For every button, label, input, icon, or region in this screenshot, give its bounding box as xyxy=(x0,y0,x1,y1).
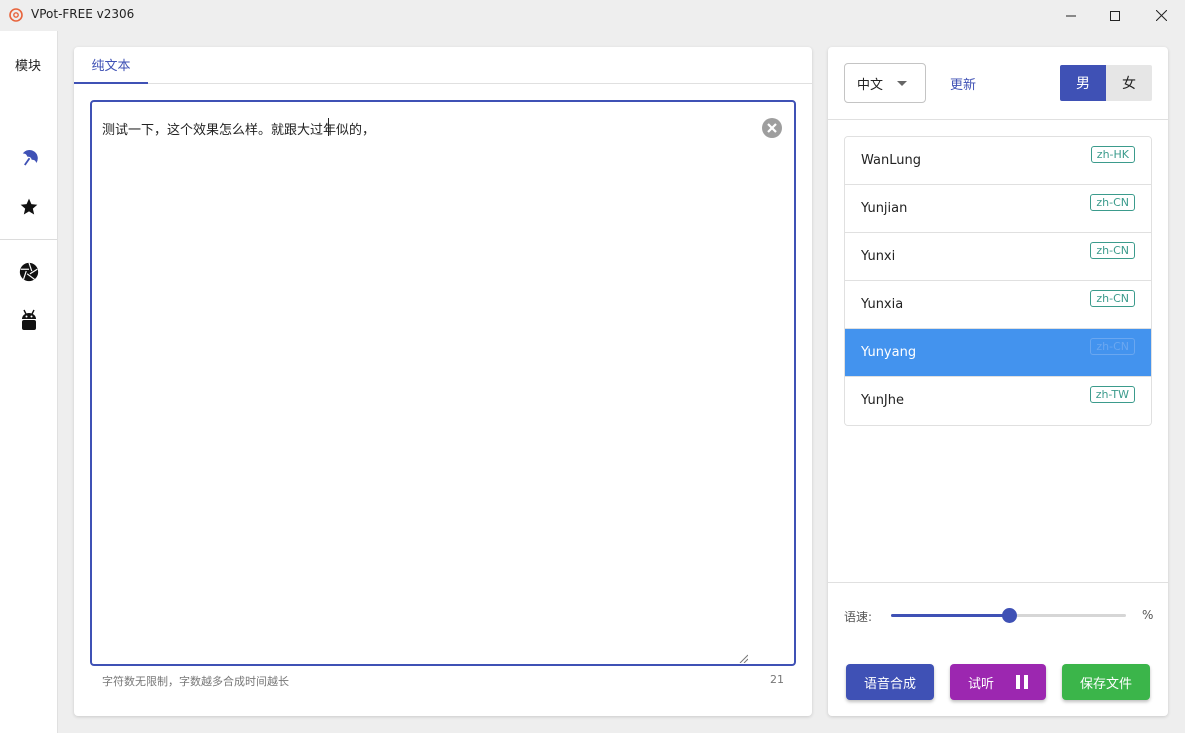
voice-item[interactable]: WanLung zh-HK xyxy=(845,137,1151,185)
voice-list: WanLung zh-HK Yunjian zh-CN Yunxi zh-CN … xyxy=(844,136,1152,426)
synthesize-button-label: 语音合成 xyxy=(863,676,916,692)
locale-badge: zh-CN xyxy=(1090,338,1135,355)
synthesize-button[interactable]: 语音合成 xyxy=(846,664,934,700)
save-file-button[interactable]: 保存文件 xyxy=(1062,664,1150,700)
tab-plain-text[interactable]: 纯文本 xyxy=(74,47,148,84)
voice-item[interactable]: YunJhe zh-TW xyxy=(845,377,1151,425)
voice-name: Yunyang xyxy=(861,345,917,360)
locale-badge: zh-CN xyxy=(1090,194,1135,211)
resize-grip-icon[interactable] xyxy=(738,653,748,663)
voice-name: Yunxia xyxy=(861,297,904,312)
sidebar-title: 模块 xyxy=(15,59,42,74)
tab-bar: 纯文本 xyxy=(74,47,812,84)
voice-item-selected[interactable]: Yunyang zh-CN xyxy=(845,329,1151,377)
input-hint: 字符数无限制，字数越多合成时间越长 xyxy=(102,675,289,688)
voice-name: YunJhe xyxy=(861,393,904,408)
speed-slider-thumb[interactable] xyxy=(1001,608,1017,623)
gender-female-button[interactable]: 女 xyxy=(1106,65,1152,101)
speed-slider-fill xyxy=(891,614,1009,617)
voice-settings-panel: 中文 更新 男 女 WanLung zh-HK Yunjian zh-CN Yu… xyxy=(828,47,1168,716)
update-button[interactable]: 更新 xyxy=(950,74,976,93)
app-logo-icon xyxy=(9,8,23,22)
gender-male-button[interactable]: 男 xyxy=(1060,65,1106,101)
maximize-button[interactable] xyxy=(1092,0,1138,31)
voice-name: WanLung xyxy=(861,153,921,168)
gender-toggle: 男 女 xyxy=(1060,65,1152,101)
window-title: VPot-FREE v2306 xyxy=(31,7,135,21)
pause-icon xyxy=(1016,675,1028,689)
text-input-area[interactable]: 测试一下，这个效果怎么样。就跟大过年似的， xyxy=(90,100,796,666)
save-file-button-label: 保存文件 xyxy=(1079,676,1132,692)
text-editor-panel: 纯文本 测试一下，这个效果怎么样。就跟大过年似的， 字符数无限制，字数越多合成时… xyxy=(74,47,812,716)
locale-badge: zh-HK xyxy=(1090,146,1135,163)
minimize-button[interactable] xyxy=(1048,0,1094,31)
sidebar-divider xyxy=(0,239,57,240)
char-count: 21 xyxy=(770,673,784,686)
speed-unit: % xyxy=(1142,608,1154,622)
android-icon[interactable] xyxy=(17,308,41,332)
text-input-content[interactable]: 测试一下，这个效果怎么样。就跟大过年似的， xyxy=(102,119,375,138)
preview-button-label: 试听 xyxy=(967,676,994,692)
locale-badge: zh-TW xyxy=(1089,386,1135,403)
voice-name: Yunxi xyxy=(861,249,896,264)
umbrella-icon[interactable] xyxy=(17,147,41,171)
preview-button[interactable]: 试听 xyxy=(950,664,1046,700)
close-button[interactable] xyxy=(1138,0,1184,31)
voice-name: Yunjian xyxy=(861,201,908,216)
star-icon[interactable] xyxy=(17,195,41,219)
language-select[interactable]: 中文 xyxy=(844,63,926,103)
locale-badge: zh-CN xyxy=(1090,290,1135,307)
speed-label: 语速: xyxy=(844,610,873,624)
clear-text-icon[interactable] xyxy=(762,118,782,138)
voice-item[interactable]: Yunjian zh-CN xyxy=(845,185,1151,233)
title-bar: VPot-FREE v2306 xyxy=(0,0,1185,31)
divider xyxy=(828,119,1168,120)
voice-item[interactable]: Yunxi zh-CN xyxy=(845,233,1151,281)
module-sidebar: 模块 xyxy=(0,31,58,733)
text-caret xyxy=(328,118,329,136)
divider xyxy=(828,582,1168,583)
speed-slider[interactable] xyxy=(891,608,1126,623)
aperture-icon[interactable] xyxy=(17,260,41,284)
locale-badge: zh-CN xyxy=(1090,242,1135,259)
voice-item[interactable]: Yunxia zh-CN xyxy=(845,281,1151,329)
language-select-value: 中文 xyxy=(857,77,884,93)
chevron-down-icon xyxy=(897,81,907,86)
